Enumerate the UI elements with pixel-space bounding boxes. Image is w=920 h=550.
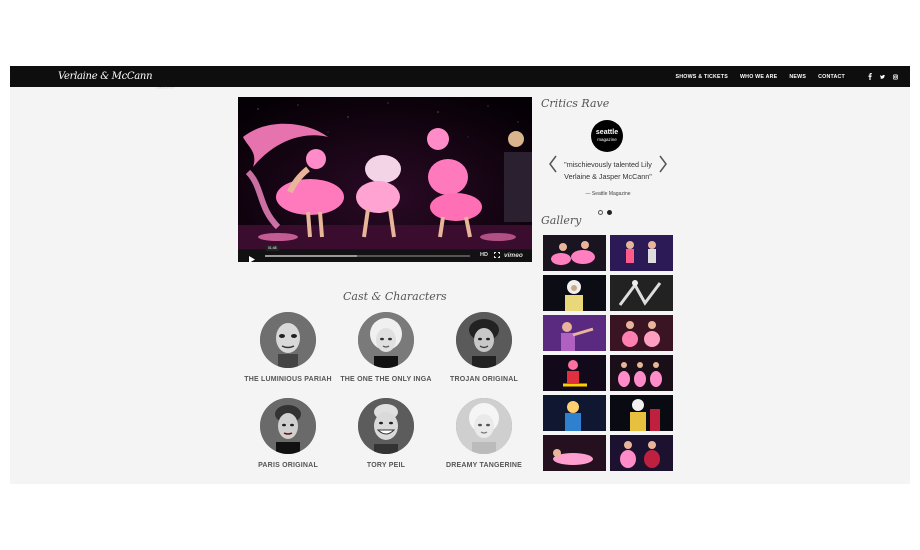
gallery-photo[interactable]: [543, 315, 606, 351]
cast-member-card[interactable]: PARIS ORIGINAL: [238, 398, 338, 469]
gallery-photo[interactable]: [543, 275, 606, 311]
gallery-section-title: Gallery: [541, 214, 582, 227]
gallery-photo[interactable]: [543, 355, 606, 391]
twitter-icon[interactable]: [880, 74, 885, 80]
cast-member-name: PARIS ORIGINAL: [258, 462, 318, 469]
cast-member-card[interactable]: DREAMY TANGERINE: [434, 398, 534, 469]
logo-subtitle: PRESENT: [157, 86, 175, 90]
carousel-dot-1[interactable]: [598, 210, 603, 215]
instagram-icon[interactable]: [893, 74, 898, 80]
gallery-photo[interactable]: [543, 235, 606, 271]
play-icon[interactable]: [247, 251, 257, 262]
gallery-photo[interactable]: [543, 395, 606, 431]
gallery-photo[interactable]: [610, 315, 673, 351]
gallery-photo[interactable]: [610, 275, 673, 311]
video-timecode: 01:48: [266, 245, 279, 251]
cast-photo: [358, 398, 414, 454]
page-body: Verlaine & McCann PRESENT SHOWS & TICKET…: [10, 66, 910, 484]
badge-main-text: seattle: [595, 129, 619, 136]
critic-quote: "mischievously talented Lily Verlaine & …: [564, 160, 652, 181]
nav-link-shows-tickets[interactable]: SHOWS & TICKETS: [676, 74, 728, 80]
cast-member-name: TROJAN ORIGINAL: [450, 376, 518, 383]
cast-member-name: DREAMY TANGERINE: [445, 462, 523, 469]
gallery-photo[interactable]: [610, 435, 673, 471]
vimeo-logo[interactable]: vimeo: [504, 252, 523, 259]
cast-section-title: Cast & Characters: [343, 290, 447, 303]
site-logo[interactable]: Verlaine & McCann PRESENT: [58, 68, 174, 90]
video-player[interactable]: 01:48 HD vimeo: [238, 97, 532, 262]
gallery-photo[interactable]: [543, 435, 606, 471]
video-progress-bar[interactable]: [265, 255, 470, 257]
logo-text: Verlaine & McCann: [58, 71, 153, 82]
cast-member-name: TORY PEIL: [366, 462, 406, 469]
nav-link-contact[interactable]: CONTACT: [818, 74, 845, 80]
cast-member-card[interactable]: TORY PEIL: [336, 398, 436, 469]
facebook-icon[interactable]: [867, 73, 872, 80]
chevron-right-icon[interactable]: [658, 155, 668, 173]
badge-sub-text: magazine: [597, 137, 617, 142]
seattle-magazine-logo: seattle magazine: [591, 120, 623, 152]
top-nav: Verlaine & McCann PRESENT SHOWS & TICKET…: [10, 66, 910, 90]
cast-photo: [456, 312, 512, 368]
video-controls: 01:48 HD vimeo: [238, 245, 532, 262]
nav-link-who-we-are[interactable]: WHO WE ARE: [740, 74, 777, 80]
gallery-photo[interactable]: [610, 235, 673, 271]
cast-photo: [358, 312, 414, 368]
nav-links: SHOWS & TICKETS WHO WE ARE NEWS CONTACT: [664, 66, 898, 87]
carousel-dots: [598, 210, 616, 215]
gallery-photo[interactable]: [610, 395, 673, 431]
carousel-dot-2[interactable]: [607, 210, 612, 215]
nav-link-news[interactable]: NEWS: [789, 74, 806, 80]
hd-toggle[interactable]: HD: [480, 252, 488, 259]
fullscreen-icon[interactable]: [494, 252, 500, 259]
cast-member-card[interactable]: TROJAN ORIGINAL: [434, 312, 534, 383]
cast-member-name: THE ONE THE ONLY INGA: [340, 376, 432, 383]
cast-member-name: THE LUMINIOUS PARIAH: [244, 376, 332, 383]
video-progress-fill: [265, 255, 358, 257]
quote-source: — Seattle Magazine: [585, 191, 631, 197]
critics-section-title: Critics Rave: [541, 97, 610, 110]
cast-member-card[interactable]: THE ONE THE ONLY INGA: [336, 312, 436, 383]
cast-photo: [260, 312, 316, 368]
cast-photo: [456, 398, 512, 454]
cast-member-card[interactable]: THE LUMINIOUS PARIAH: [238, 312, 338, 383]
social-links: [859, 73, 898, 80]
cast-photo: [260, 398, 316, 454]
video-frame-image: [238, 97, 532, 262]
gallery-photo[interactable]: [610, 355, 673, 391]
